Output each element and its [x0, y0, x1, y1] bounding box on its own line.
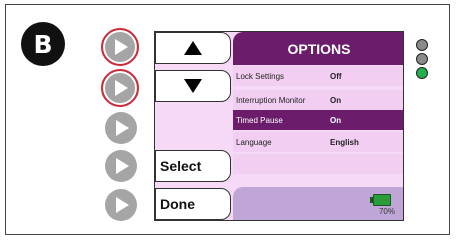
down-button[interactable]: [155, 70, 231, 102]
option-row-empty: [233, 154, 403, 174]
option-value: Off: [330, 71, 342, 81]
play-icon: [115, 39, 128, 55]
play-icon: [116, 120, 129, 136]
side-button-5[interactable]: [105, 189, 137, 221]
step-badge: B: [21, 22, 65, 66]
play-icon: [115, 80, 128, 96]
option-label: Language: [236, 137, 272, 147]
side-button-4[interactable]: [105, 150, 137, 182]
up-button[interactable]: [155, 32, 231, 64]
option-label: Interruption Monitor: [236, 95, 306, 105]
arrow-down-icon: [184, 79, 202, 93]
done-button[interactable]: Done: [155, 188, 231, 220]
option-value: On: [330, 95, 342, 105]
option-label: Lock Settings: [236, 71, 285, 81]
battery-percent: 70%: [378, 207, 395, 216]
option-row-timed-pause[interactable]: Timed Pause On: [233, 110, 403, 130]
option-row-language[interactable]: Language English: [233, 132, 403, 152]
play-icon: [116, 197, 129, 213]
screen-title: OPTIONS: [233, 32, 403, 65]
side-button-1[interactable]: [101, 28, 139, 66]
side-button-3[interactable]: [105, 112, 137, 144]
option-label: Timed Pause: [236, 115, 283, 125]
status-bar: 70%: [233, 187, 403, 220]
option-row-interruption-monitor[interactable]: Interruption Monitor On: [233, 90, 403, 110]
indicator-light-1: [416, 39, 428, 51]
device-screen: Select Done OPTIONS Lock Settings Off In…: [154, 31, 404, 221]
option-row-lock-settings[interactable]: Lock Settings Off: [233, 66, 403, 86]
play-icon: [116, 158, 129, 174]
battery-icon: [370, 194, 391, 206]
option-value: English: [330, 137, 359, 147]
arrow-up-icon: [184, 41, 202, 55]
option-value: On: [330, 115, 342, 125]
select-button[interactable]: Select: [155, 150, 231, 182]
side-button-2[interactable]: [101, 69, 139, 107]
indicator-light-2: [416, 53, 428, 65]
indicator-light-3: [416, 67, 428, 79]
